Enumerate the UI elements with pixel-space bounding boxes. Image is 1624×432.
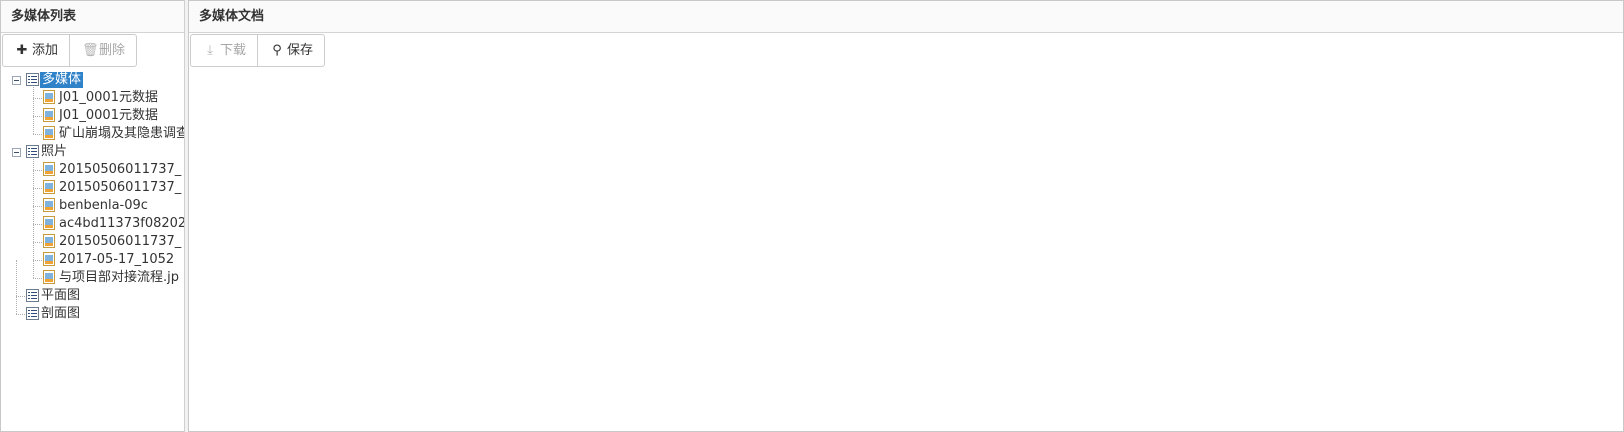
tree-node-file[interactable]: 20150506011737_ bbox=[1, 224, 189, 251]
tree-node-file[interactable]: 与项目部对接流程.jp bbox=[1, 260, 189, 287]
list-icon bbox=[26, 289, 39, 302]
image-file-icon bbox=[43, 162, 55, 176]
image-file-icon bbox=[43, 108, 55, 122]
tree-node-photos[interactable]: 照片 bbox=[1, 143, 189, 161]
multimedia-list-title: 多媒体列表 bbox=[1, 1, 189, 33]
tree-node-plan[interactable]: 平面图 bbox=[1, 260, 189, 305]
tree-node-label: 20150506011737_ bbox=[59, 180, 182, 195]
list-icon bbox=[26, 307, 39, 320]
document-content-area bbox=[189, 69, 1623, 429]
tree-node-file[interactable]: 20150506011737_ bbox=[1, 159, 189, 179]
download-icon: ⤓ bbox=[207, 43, 213, 58]
multimedia-document-toolbar: ⤓ 下载 ⚲ 保存 bbox=[189, 33, 1623, 69]
tree-node-label: 多媒体 bbox=[40, 72, 84, 88]
tree-node-label: 平面图 bbox=[41, 288, 81, 303]
tree-node-file[interactable]: J01_0001元数据 bbox=[1, 98, 189, 125]
add-button-label: 添加 bbox=[32, 43, 59, 58]
search-icon: ⚲ bbox=[272, 43, 282, 58]
image-file-icon bbox=[43, 198, 55, 212]
tree-node-file[interactable]: ac4bd11373f08202 bbox=[1, 206, 189, 233]
tree-node-label: 剖面图 bbox=[41, 306, 81, 321]
tree-node-file[interactable]: 2017-05-17_1052 bbox=[1, 242, 189, 269]
image-file-icon bbox=[43, 126, 55, 140]
image-file-icon bbox=[43, 234, 55, 248]
add-button[interactable]: ✚ 添加 bbox=[2, 34, 71, 67]
multimedia-list-toolbar: ✚ 添加 🗑删除 bbox=[1, 33, 189, 69]
tree-node-file[interactable]: benbenla-09c bbox=[1, 188, 189, 215]
image-file-icon bbox=[43, 216, 55, 230]
multimedia-list-panel: 多媒体列表 ✚ 添加 🗑删除 多媒体 J01_0001元数据 J01_0001元… bbox=[0, 0, 190, 432]
save-button[interactable]: ⚲ 保存 bbox=[257, 34, 326, 67]
tree-node-section[interactable]: 剖面图 bbox=[1, 296, 189, 323]
tree-node-label: 20150506011737_ bbox=[59, 162, 182, 177]
image-file-icon bbox=[43, 252, 55, 266]
tree-node-multimedia[interactable]: 多媒体 bbox=[1, 71, 189, 89]
save-button-label: 保存 bbox=[287, 43, 314, 58]
tree-node-file[interactable]: 20150506011737_ bbox=[1, 170, 189, 197]
tree-node-label: 矿山崩塌及其隐患调查 bbox=[59, 126, 189, 141]
download-button[interactable]: ⤓ 下载 bbox=[190, 34, 259, 67]
plus-icon: ✚ bbox=[16, 43, 28, 58]
tree-node-label: ac4bd11373f08202 bbox=[59, 216, 187, 231]
multimedia-document-title: 多媒体文档 bbox=[189, 1, 1623, 33]
tree-node-label: J01_0001元数据 bbox=[59, 90, 158, 105]
tree-node-label: J01_0001元数据 bbox=[59, 108, 158, 123]
tree-node-file[interactable]: 矿山崩塌及其隐患调查 bbox=[1, 116, 189, 143]
download-button-label: 下载 bbox=[220, 43, 247, 58]
trash-icon: 🗑 bbox=[82, 43, 99, 58]
tree-node-label: 2017-05-17_1052 bbox=[59, 252, 175, 267]
tree-node-label: benbenla-09c bbox=[59, 198, 148, 213]
multimedia-tree: 多媒体 J01_0001元数据 J01_0001元数据 矿山崩塌及其隐患调查 照… bbox=[1, 69, 189, 427]
list-icon bbox=[26, 145, 39, 158]
tree-node-label: 与项目部对接流程.jp bbox=[59, 270, 179, 285]
collapse-toggle-icon[interactable] bbox=[12, 76, 21, 85]
image-file-icon bbox=[43, 180, 55, 194]
delete-button-label: 删除 bbox=[99, 43, 126, 58]
tree-node-label: 照片 bbox=[41, 144, 68, 159]
multimedia-document-panel: 多媒体文档 ⤓ 下载 ⚲ 保存 bbox=[188, 0, 1624, 432]
tree-node-file[interactable]: J01_0001元数据 bbox=[1, 87, 189, 107]
list-icon bbox=[26, 73, 39, 86]
tree-node-label: 20150506011737_ bbox=[59, 234, 182, 249]
image-file-icon bbox=[43, 270, 55, 284]
app-layout: 多媒体列表 ✚ 添加 🗑删除 多媒体 J01_0001元数据 J01_0001元… bbox=[0, 0, 1624, 432]
image-file-icon bbox=[43, 90, 55, 104]
collapse-toggle-icon[interactable] bbox=[12, 148, 21, 157]
delete-button[interactable]: 🗑删除 bbox=[69, 34, 138, 67]
